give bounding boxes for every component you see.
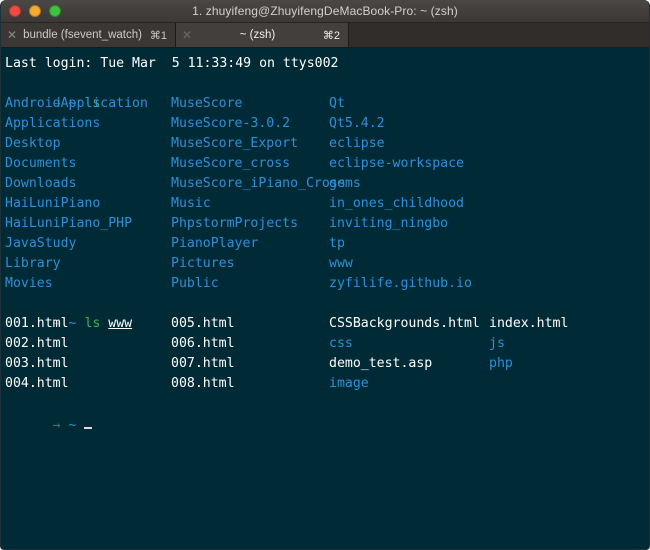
tab-label: ~ (zsh): [239, 29, 276, 41]
ls-entry: css: [329, 336, 353, 351]
ls-entry: Qt5.4.2: [329, 116, 385, 131]
ls-row: 004.html 008.html image: [5, 374, 649, 394]
ls-entry: MuseScore_cross: [171, 156, 291, 171]
ls-entry: Library: [5, 256, 61, 271]
prompt-arrow-icon: →: [52, 418, 61, 433]
tab-zsh[interactable]: ✕ ~ (zsh) ⌘2: [176, 23, 349, 47]
ls-row: Library Pictures www: [5, 254, 649, 274]
ls-entry: PhpstormProjects: [171, 216, 299, 231]
tab-bar: ✕ bundle (fsevent_watch) ⌘1 ✕ ~ (zsh) ⌘2: [1, 23, 649, 48]
ls-entry: 003.html: [5, 356, 69, 371]
ls-row: Desktop MuseScore_Export eclipse: [5, 134, 649, 154]
ls-row: Movies Public zyfilife.github.io: [5, 274, 649, 294]
tab-close-icon[interactable]: ✕: [182, 29, 192, 41]
ls-entry: Applications: [5, 116, 101, 131]
ls-entry: zyfilife.github.io: [329, 276, 472, 291]
ls-entry: 006.html: [171, 336, 235, 351]
ls-entry: Movies: [5, 276, 53, 291]
tab-label: bundle (fsevent_watch): [23, 29, 142, 41]
ls-entry: 001.html: [5, 316, 69, 331]
ls-entry: tp: [329, 236, 345, 251]
tab-shortcut: ⌘1: [149, 29, 167, 42]
last-login-line: Last login: Tue Mar 5 11:33:49 on ttys00…: [5, 56, 339, 71]
ls-entry: MuseScore: [171, 96, 243, 111]
ls-entry: 002.html: [5, 336, 69, 351]
ls-entry: demo_test.asp: [329, 356, 433, 371]
ls-entry: HaiLuniPiano_PHP: [5, 216, 133, 231]
window-title: 1. zhuyifeng@ZhuyifengDeMacBook-Pro: ~ (…: [192, 4, 458, 18]
ls-entry: 005.html: [171, 316, 235, 331]
text-cursor: [84, 414, 93, 429]
window-titlebar[interactable]: 1. zhuyifeng@ZhuyifengDeMacBook-Pro: ~ (…: [1, 0, 649, 23]
ls-entry: Qt: [329, 96, 345, 111]
ls-row: HaiLuniPiano Music in_ones_childhood: [5, 194, 649, 214]
ls-row: HaiLuniPiano_PHP PhpstormProjects inviti…: [5, 214, 649, 234]
ls-entry: 004.html: [5, 376, 69, 391]
tab-shortcut: ⌘2: [322, 29, 340, 42]
ls-row: 002.html 006.html css js: [5, 334, 649, 354]
ls-entry: Public: [171, 276, 219, 291]
prompt-path: ~: [68, 418, 77, 433]
ls-entry: js: [489, 336, 505, 351]
ls-row: 001.html 005.html CSSBackgrounds.html in…: [5, 314, 649, 334]
minimize-window-button[interactable]: [29, 5, 41, 17]
ls-entry: in_ones_childhood: [329, 196, 464, 211]
ls-entry: 007.html: [171, 356, 235, 371]
prompt-line-3[interactable]: → ~: [5, 394, 649, 433]
ls-entry: inviting_ningbo: [329, 216, 449, 231]
ls-entry: PianoPlayer: [171, 236, 259, 251]
ls-entry: index.html: [489, 316, 569, 331]
ls-row: 003.html 007.html demo_test.asp php: [5, 354, 649, 374]
ls-entry: MuseScore-3.0.2: [171, 116, 291, 131]
ls-entry: Downloads: [5, 176, 77, 191]
ls-entry: AndroidApplication: [5, 96, 148, 111]
ls-entry: JavaStudy: [5, 236, 77, 251]
ls-entry: eclipse-workspace: [329, 156, 464, 171]
ls-row: Downloads MuseScore_iPiano_Cross gems: [5, 174, 649, 194]
ls-entry: 008.html: [171, 376, 235, 391]
traffic-light-group: [9, 5, 61, 17]
tab-close-icon[interactable]: ✕: [7, 29, 17, 41]
ls-entry: HaiLuniPiano: [5, 196, 101, 211]
ls-row: Applications MuseScore-3.0.2 Qt5.4.2: [5, 114, 649, 134]
ls-home-output: AndroidApplication MuseScore Qt Applicat…: [5, 94, 649, 294]
ls-entry: gems: [329, 176, 361, 191]
ls-entry: www: [329, 256, 353, 271]
ls-entry: Desktop: [5, 136, 61, 151]
ls-entry: Music: [171, 196, 211, 211]
ls-row: Documents MuseScore_cross eclipse-worksp…: [5, 154, 649, 174]
ls-entry: Documents: [5, 156, 77, 171]
ls-www-output: 001.html 005.html CSSBackgrounds.html in…: [5, 314, 649, 394]
tab-bar-empty-area: [349, 23, 649, 47]
ls-row: JavaStudy PianoPlayer tp: [5, 234, 649, 254]
ls-entry: CSSBackgrounds.html: [329, 316, 480, 331]
prompt-line-1: → ~ ls: [5, 74, 649, 111]
prompt-line-2: → ~ ls www: [5, 294, 649, 331]
ls-entry: Pictures: [171, 256, 235, 271]
ls-entry: MuseScore_iPiano_Cross: [171, 176, 346, 191]
ls-entry: image: [329, 376, 369, 391]
maximize-window-button[interactable]: [49, 5, 61, 17]
ls-row: AndroidApplication MuseScore Qt: [5, 94, 649, 114]
ls-entry: php: [489, 356, 513, 371]
terminal-window: 1. zhuyifeng@ZhuyifengDeMacBook-Pro: ~ (…: [0, 0, 650, 550]
ls-entry: eclipse: [329, 136, 385, 151]
terminal-output-area[interactable]: Last login: Tue Mar 5 11:33:49 on ttys00…: [1, 48, 649, 549]
tab-bundle-fsevent-watch[interactable]: ✕ bundle (fsevent_watch) ⌘1: [1, 23, 176, 47]
ls-entry: MuseScore_Export: [171, 136, 299, 151]
close-window-button[interactable]: [9, 5, 21, 17]
